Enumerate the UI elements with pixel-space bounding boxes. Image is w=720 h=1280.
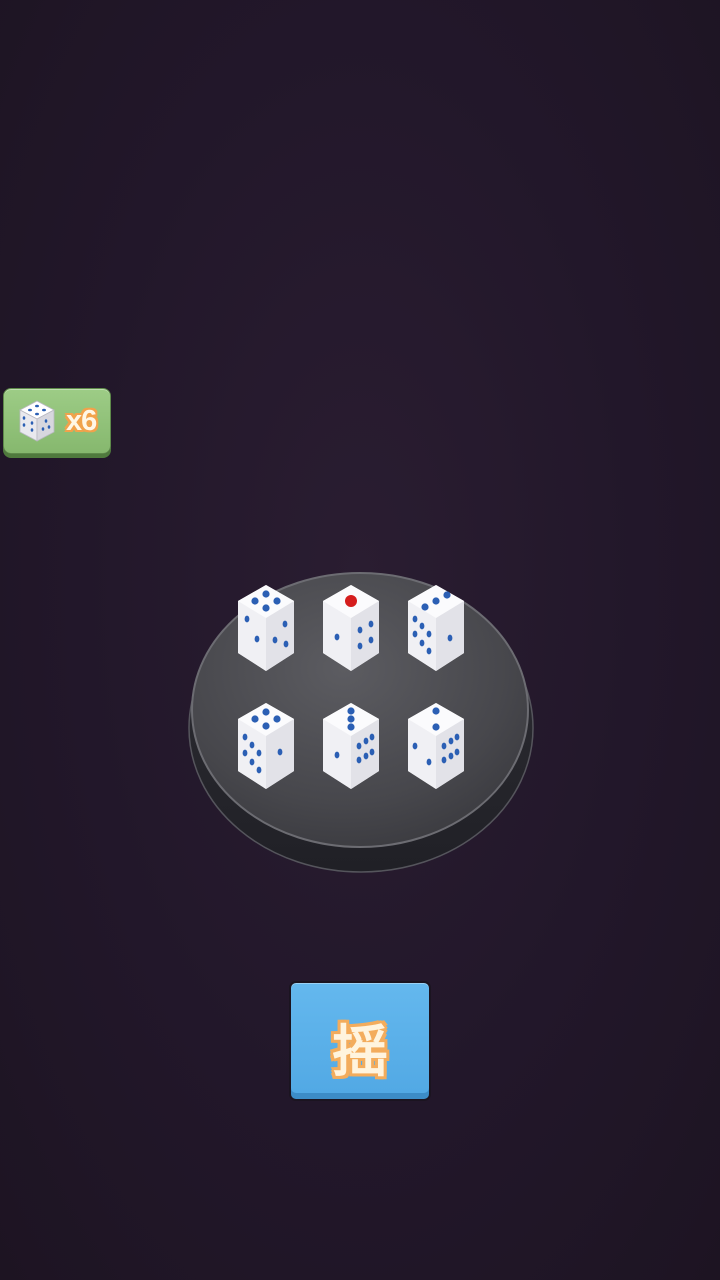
die-3-side-pip <box>419 622 425 630</box>
die-4-side-pip <box>277 748 283 756</box>
die-3-top-pip <box>421 603 429 611</box>
die-2-side-pip <box>357 626 363 634</box>
die-6-side-pip <box>426 758 432 766</box>
die-1-top-pip <box>251 597 259 605</box>
die-3-top-pip <box>443 591 451 599</box>
die-3-side-pip <box>419 639 425 647</box>
die-6-side-pip <box>412 742 418 750</box>
die-4-top-pip <box>251 715 259 723</box>
die-6-top-pip <box>432 707 440 715</box>
die-5-side-pip <box>363 737 369 745</box>
die-2-side-pip <box>357 642 363 650</box>
die-6 <box>408 703 464 789</box>
die-3-side-pip <box>447 634 453 642</box>
die-1 <box>238 585 294 671</box>
die-5-top-pip <box>347 715 355 723</box>
die-4-side-pip <box>242 733 248 741</box>
die-5-top-pip <box>347 723 355 731</box>
die-4-side-pip <box>249 758 255 766</box>
die-4 <box>238 703 294 789</box>
die-3-side-pip <box>412 615 418 623</box>
die-2-top-pip <box>345 595 357 607</box>
die-4-side-pip <box>256 749 262 757</box>
shake-button[interactable]: 摇 <box>289 981 431 1101</box>
die-5-side-pip <box>369 748 375 756</box>
die-2-side-pip <box>334 633 340 641</box>
die-2 <box>323 585 379 671</box>
die-3 <box>408 585 464 671</box>
die-1-side-pip <box>272 636 278 644</box>
die-4-side-pip <box>242 749 248 757</box>
die-2-side-pip <box>368 636 374 644</box>
die-3-side-pip <box>426 647 432 655</box>
die-6-side-pip <box>454 748 460 756</box>
die-4-top-pip <box>262 708 270 716</box>
die-6-top-pip <box>432 723 440 731</box>
die-5-side-pip <box>369 733 375 741</box>
die-6-side-pip <box>441 742 447 750</box>
die-1-side-pip <box>283 640 289 648</box>
die-1-side-pip <box>244 615 250 623</box>
die-6-side-pip <box>441 756 447 764</box>
die-5-side-pip <box>356 756 362 764</box>
die-4-side-pip <box>256 766 262 774</box>
die-4-side-pip <box>249 741 255 749</box>
die-6-side-pip <box>448 752 454 760</box>
die-5 <box>323 703 379 789</box>
die-6-side-pip <box>448 737 454 745</box>
die-6-side-pip <box>454 733 460 741</box>
die-1-side-pip <box>282 620 288 628</box>
die-2-side-pip <box>368 620 374 628</box>
die-1-top-pip <box>262 590 270 598</box>
dice-count-label: x6 <box>66 405 97 437</box>
die-1-top-pip <box>262 604 270 612</box>
die-5-side-pip <box>356 742 362 750</box>
dice-count-badge: x6 <box>3 388 111 454</box>
die-4-top-pip <box>273 715 281 723</box>
die-4-top-pip <box>262 722 270 730</box>
game-screen: x6 摇 <box>0 0 720 1280</box>
dice-plate <box>185 570 537 875</box>
die-3-side-pip <box>426 630 432 638</box>
die-3-top-pip <box>432 597 440 605</box>
shake-button-label: 摇 <box>332 1019 388 1085</box>
die-5-top-pip <box>347 707 355 715</box>
die-5-side-pip <box>363 752 369 760</box>
die-3-side-pip <box>412 630 418 638</box>
die-1-side-pip <box>254 635 260 643</box>
die-1-top-pip <box>273 597 281 605</box>
dice-icon <box>19 400 55 442</box>
die-5-side-pip <box>334 751 340 759</box>
